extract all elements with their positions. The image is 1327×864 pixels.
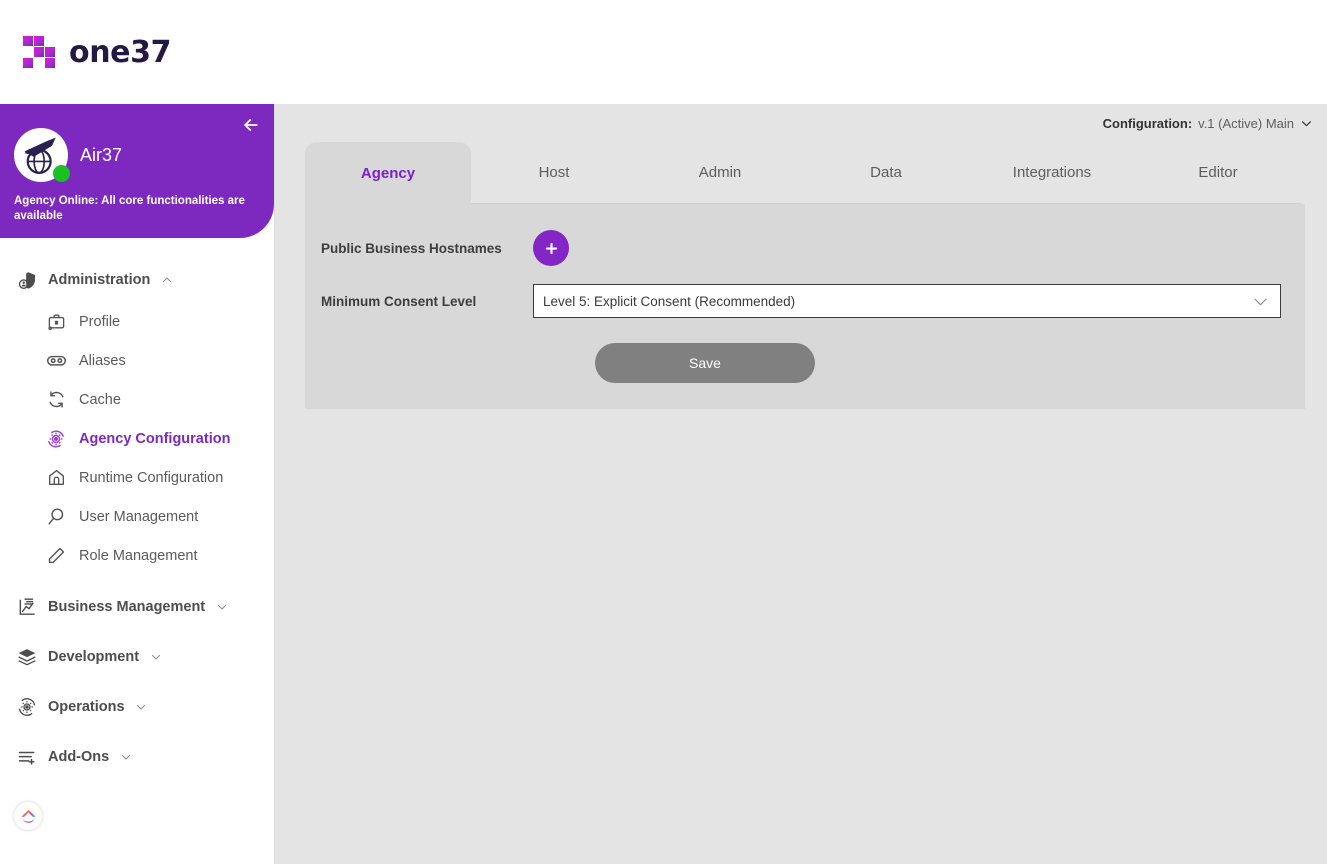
sidebar-group-add-ons[interactable]: Add-Ons: [0, 737, 274, 777]
sidebar-group-label: Business Management: [48, 599, 206, 615]
sidebar-item-cache[interactable]: Cache: [0, 380, 274, 419]
sidebar-group-business-management[interactable]: Business Management: [0, 587, 274, 627]
gear-refresh-icon: [16, 696, 38, 718]
app-logo[interactable]: one37: [22, 34, 171, 70]
sidebar-header: Air37 Agency Online: All core functional…: [0, 104, 274, 238]
tab-label: Data: [870, 164, 902, 181]
minimum-consent-level-row: Minimum Consent Level Level 5: Explicit …: [305, 279, 1305, 323]
sidebar-group-operations[interactable]: Operations: [0, 687, 274, 727]
add-hostname-button[interactable]: [533, 230, 569, 266]
app-shell: Air37 Agency Online: All core functional…: [0, 104, 1327, 864]
tab-label: Agency: [360, 164, 416, 182]
chevron-down-icon: [1251, 292, 1270, 311]
sidebar-item-aliases[interactable]: Aliases: [0, 341, 274, 380]
tab-admin[interactable]: Admin: [637, 142, 803, 204]
configuration-chevron-down-icon[interactable]: [1300, 117, 1313, 130]
sidebar-group-label: Operations: [48, 699, 125, 715]
save-row: Save: [305, 323, 1305, 383]
sidebar-item-profile[interactable]: Profile: [0, 302, 274, 341]
main-content: Configuration: v.1 (Active) Main Agency …: [275, 104, 1327, 864]
sidebar-item-label: Agency Configuration: [79, 430, 231, 447]
tab-label: Integrations: [1012, 164, 1092, 181]
sidebar-item-runtime-configuration[interactable]: Runtime Configuration: [0, 458, 274, 497]
gear-sync-icon: [45, 428, 67, 450]
tab-editor[interactable]: Editor: [1135, 142, 1301, 204]
main-bottom-strip: [275, 846, 1327, 864]
configuration-bar: Configuration: v.1 (Active) Main: [275, 104, 1327, 142]
sidebar-group-development[interactable]: Development: [0, 637, 274, 677]
minimum-consent-level-label: Minimum Consent Level: [321, 293, 477, 309]
save-button[interactable]: Save: [595, 343, 815, 383]
gradient-chevron-badge-button[interactable]: [14, 802, 42, 830]
bank-building-icon: [45, 467, 67, 489]
agency-identity: Air37: [14, 128, 260, 182]
brand-bar: one37: [0, 0, 1327, 104]
minimum-consent-level-value: Level 5: Explicit Consent (Recommended): [543, 293, 796, 309]
sidebar-item-label: Cache: [79, 391, 121, 408]
sidebar-item-role-management[interactable]: Role Management: [0, 536, 274, 575]
sidebar-group-label: Administration: [48, 272, 151, 288]
list-plus-icon: [16, 746, 38, 768]
chevron-down-icon[interactable]: [135, 701, 148, 714]
sidebar-group-label: Development: [48, 649, 140, 665]
tab-data[interactable]: Data: [803, 142, 969, 204]
chart-document-icon: [16, 596, 38, 618]
online-status-dot: [53, 165, 70, 182]
agency-name: Air37: [80, 144, 123, 165]
agency-settings-panel: Public Business Hostnames Minimum Consen…: [305, 204, 1305, 409]
sidebar-item-label: Profile: [79, 313, 121, 330]
shield-user-icon: [16, 269, 38, 291]
sidebar-nav: Administration Profile Aliases Cache Age…: [0, 238, 274, 777]
configuration-label: Configuration:: [1102, 115, 1193, 131]
tab-label: Admin: [698, 164, 742, 181]
sidebar: Air37 Agency Online: All core functional…: [0, 104, 275, 864]
arrow-left-icon: [244, 119, 258, 131]
refresh-sync-icon: [45, 389, 67, 411]
brand-name: one37: [69, 34, 172, 70]
sidebar-item-label: Role Management: [79, 547, 198, 564]
tab-agency[interactable]: Agency: [305, 142, 471, 204]
sidebar-group-administration[interactable]: Administration: [0, 260, 274, 300]
public-business-hostnames-row: Public Business Hostnames: [305, 226, 1305, 270]
layers-stack-icon: [16, 646, 38, 668]
sidebar-item-label: Runtime Configuration: [79, 469, 224, 486]
sidebar-item-label: User Management: [79, 508, 199, 525]
avatar-wrapper[interactable]: [14, 128, 70, 182]
chain-link-icon: [45, 350, 67, 372]
tab-bar: Agency Host Admin Data Integrations Edit…: [275, 142, 1327, 204]
chevron-down-icon[interactable]: [149, 651, 162, 664]
chevron-down-icon[interactable]: [215, 601, 228, 614]
public-business-hostnames-label: Public Business Hostnames: [321, 240, 502, 256]
configuration-value: v.1 (Active) Main: [1198, 115, 1294, 131]
briefcase-icon: [45, 311, 67, 333]
plus-icon: [545, 242, 557, 254]
chevron-up-icon[interactable]: [160, 274, 173, 287]
sidebar-footer: [14, 802, 42, 830]
gradient-chevron-badge-icon: [20, 809, 36, 823]
tab-label: Host: [538, 164, 570, 181]
sidebar-item-user-management[interactable]: User Management: [0, 497, 274, 536]
tag-label-icon: [45, 545, 67, 567]
sidebar-submenu-administration: Profile Aliases Cache Agency Configurati…: [0, 300, 274, 575]
tab-host[interactable]: Host: [471, 142, 637, 204]
one37-blocks-logo-icon: [23, 36, 55, 68]
tab-integrations[interactable]: Integrations: [969, 142, 1135, 204]
agency-status-text: Agency Online: All core functionalities …: [14, 195, 245, 222]
sidebar-group-label: Add-Ons: [48, 749, 110, 765]
chevron-down-icon[interactable]: [119, 751, 132, 764]
sidebar-item-agency-configuration[interactable]: Agency Configuration: [0, 419, 274, 458]
sidebar-collapse-button[interactable]: [240, 114, 262, 136]
tab-label: Editor: [1198, 164, 1238, 181]
minimum-consent-level-select[interactable]: Level 5: Explicit Consent (Recommended): [533, 284, 1281, 318]
sidebar-item-label: Aliases: [79, 352, 126, 369]
user-search-icon: [45, 506, 67, 528]
